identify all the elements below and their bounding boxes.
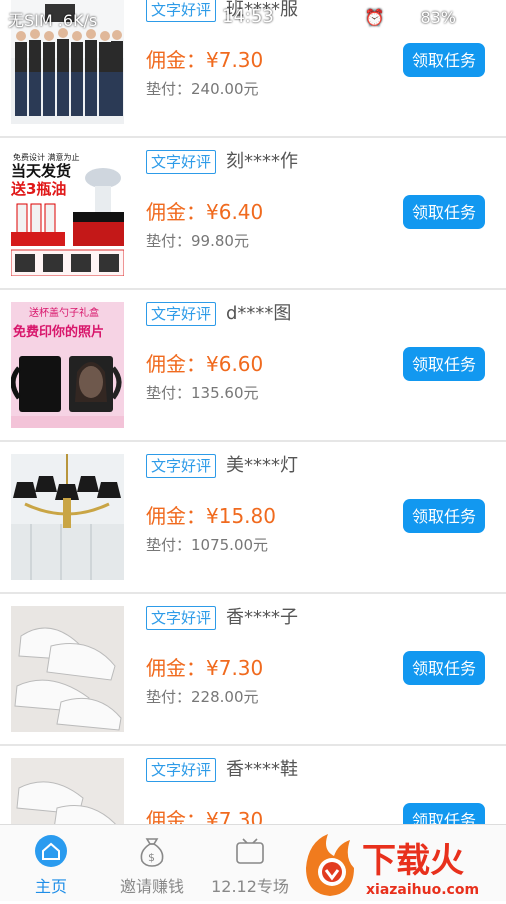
product-thumbnail (11, 606, 124, 732)
advance-payment-text: 垫付：240.00元 (146, 80, 259, 98)
commission-text: 佣金：¥15.80 (146, 504, 276, 528)
home-icon (34, 835, 68, 867)
status-right: ⏰ 83% (365, 7, 496, 27)
battery-icon (464, 9, 496, 25)
tab-label: 12.12专场 (211, 877, 289, 896)
advance-payment-text: 垫付：1075.00元 (146, 536, 269, 554)
task-item[interactable]: 文字好评 美****灯 佣金：¥15.80 垫付：1075.00元 领取任务 (0, 442, 506, 594)
carrier-text: 无SIM (8, 11, 53, 30)
task-item[interactable]: 文字好评 香****子 佣金：¥7.30 垫付：228.00元 领取任务 (0, 594, 506, 746)
status-left: 无SIM .6K/s (8, 7, 97, 31)
watermark-title: 下载火 (362, 841, 464, 881)
battery-percent: 83% (420, 7, 456, 27)
product-thumbnail: 送杯盖勺子礼盒 免费印你的照片 (11, 302, 124, 428)
tab-label: 主页 (34, 877, 67, 896)
take-task-button[interactable]: 领取任务 (403, 43, 485, 77)
take-task-button[interactable]: 领取任务 (403, 195, 485, 229)
review-type-tag: 文字好评 (146, 606, 217, 630)
network-speed: .6K/s (57, 11, 98, 30)
take-task-button[interactable]: 领取任务 (403, 499, 485, 533)
thumb-line2: 免费印你的照片 (13, 324, 104, 340)
review-type-tag: 文字好评 (146, 150, 217, 174)
status-bar: 无SIM .6K/s 14:53 ⏰ 83% (0, 0, 506, 34)
commission-text: 佣金：¥7.30 (146, 48, 264, 72)
tab-double12[interactable]: 12.12专场 (200, 825, 300, 901)
review-type-tag: 文字好评 (146, 758, 217, 782)
task-list: 文字好评 班****服 佣金：¥7.30 垫付：240.00元 领取任务 免费设… (0, 0, 506, 898)
thumb-top-text: 免费设计 满意为止 (13, 152, 80, 162)
advance-payment-text: 垫付：135.60元 (146, 384, 259, 402)
seller-name: 香****子 (226, 607, 298, 628)
review-type-tag: 文字好评 (146, 454, 217, 478)
tab-invite[interactable]: $ 邀请赚钱 (102, 825, 202, 901)
watermark-url: xiazaihuo.com (366, 882, 479, 898)
review-type-tag: 文字好评 (146, 302, 217, 326)
wifi-icon (392, 7, 412, 27)
take-task-button[interactable]: 领取任务 (403, 347, 485, 381)
thumb-line1: 当天发货 (11, 162, 71, 180)
commission-text: 佣金：¥7.30 (146, 656, 264, 680)
advance-payment-text: 垫付：99.80元 (146, 232, 249, 250)
product-thumbnail (11, 454, 124, 580)
alarm-icon: ⏰ (364, 7, 385, 27)
seller-name: 刻****作 (226, 151, 298, 172)
watermark-logo: 下载火 xiazaihuo.com (298, 828, 506, 900)
tab-home[interactable]: 主页 (1, 825, 101, 901)
seller-name: 香****鞋 (226, 759, 298, 780)
take-task-button[interactable]: 领取任务 (403, 651, 485, 685)
money-bag-icon: $ (135, 835, 169, 867)
thumb-line2: 送3瓶油 (11, 180, 66, 198)
clock: 14:53 (222, 6, 274, 27)
seller-name: 美****灯 (226, 455, 298, 476)
task-item[interactable]: 送杯盖勺子礼盒 免费印你的照片 文字好评 d****图 佣金：¥6.60 垫付：… (0, 290, 506, 442)
double12-icon (233, 835, 267, 867)
commission-text: 佣金：¥6.40 (146, 200, 264, 224)
tab-label: 邀请赚钱 (119, 877, 184, 896)
advance-payment-text: 垫付：228.00元 (146, 688, 259, 706)
thumb-line1: 送杯盖勺子礼盒 (29, 306, 99, 319)
task-item[interactable]: 免费设计 满意为止 当天发货 送3瓶油 文字好评 刻****作 佣金：¥6.40… (0, 138, 506, 290)
commission-text: 佣金：¥6.60 (146, 352, 264, 376)
seller-name: d****图 (226, 303, 292, 324)
product-thumbnail: 免费设计 满意为止 当天发货 送3瓶油 (11, 150, 124, 276)
svg-text:$: $ (148, 851, 155, 864)
